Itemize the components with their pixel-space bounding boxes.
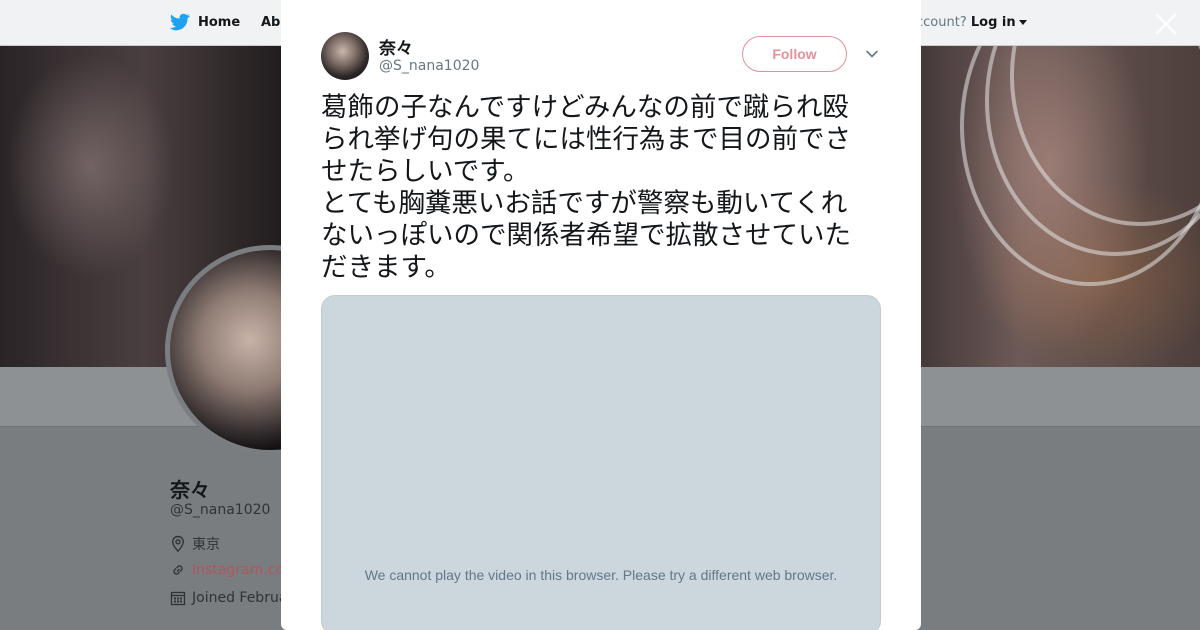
tweet-text: 葛飾の子なんですけどみんなの前で蹴られ殴 られ挙げ句の果てには性行為まで目の前で… <box>321 92 851 283</box>
follow-button[interactable]: Follow <box>742 36 847 72</box>
joined-text: Joined Februa <box>192 590 288 606</box>
website-link[interactable]: Instagram.con <box>192 562 293 578</box>
chevron-down-icon[interactable] <box>865 47 879 61</box>
profile-website[interactable]: Instagram.con <box>170 562 293 578</box>
tweet-author-avatar[interactable] <box>321 32 369 80</box>
profile-name: 奈々 <box>170 478 210 502</box>
login-label: Log in <box>970 15 1016 30</box>
video-player[interactable]: We cannot play the video in this browser… <box>321 295 881 630</box>
account-prompt: ccount? <box>916 15 967 30</box>
location-text: 東京 <box>192 537 220 553</box>
profile-location: 東京 <box>170 534 220 554</box>
profile-joined: Joined Februa <box>170 590 287 606</box>
nav-home-link[interactable]: Home <box>170 13 240 31</box>
link-icon <box>173 565 183 575</box>
tweet-modal: 奈々 @S_nana1020 Follow 葛飾の子なんですけどみんなの前で蹴ら… <box>281 0 921 630</box>
profile-handle: @S_nana1020 <box>170 502 271 518</box>
login-area: ccount? Log in <box>916 15 1027 30</box>
tweet-author-handle[interactable]: @S_nana1020 <box>379 58 479 74</box>
tweet-author-name[interactable]: 奈々 <box>379 34 413 59</box>
login-link[interactable]: Log in <box>971 15 1027 30</box>
close-icon[interactable] <box>1152 10 1180 38</box>
twitter-bird-icon <box>170 13 190 31</box>
video-unsupported-message: We cannot play the video in this browser… <box>364 567 838 583</box>
location-pin-icon <box>171 535 185 553</box>
caret-down-icon <box>1018 20 1027 25</box>
calendar-icon <box>170 591 186 606</box>
nav-home-label: Home <box>198 14 241 30</box>
